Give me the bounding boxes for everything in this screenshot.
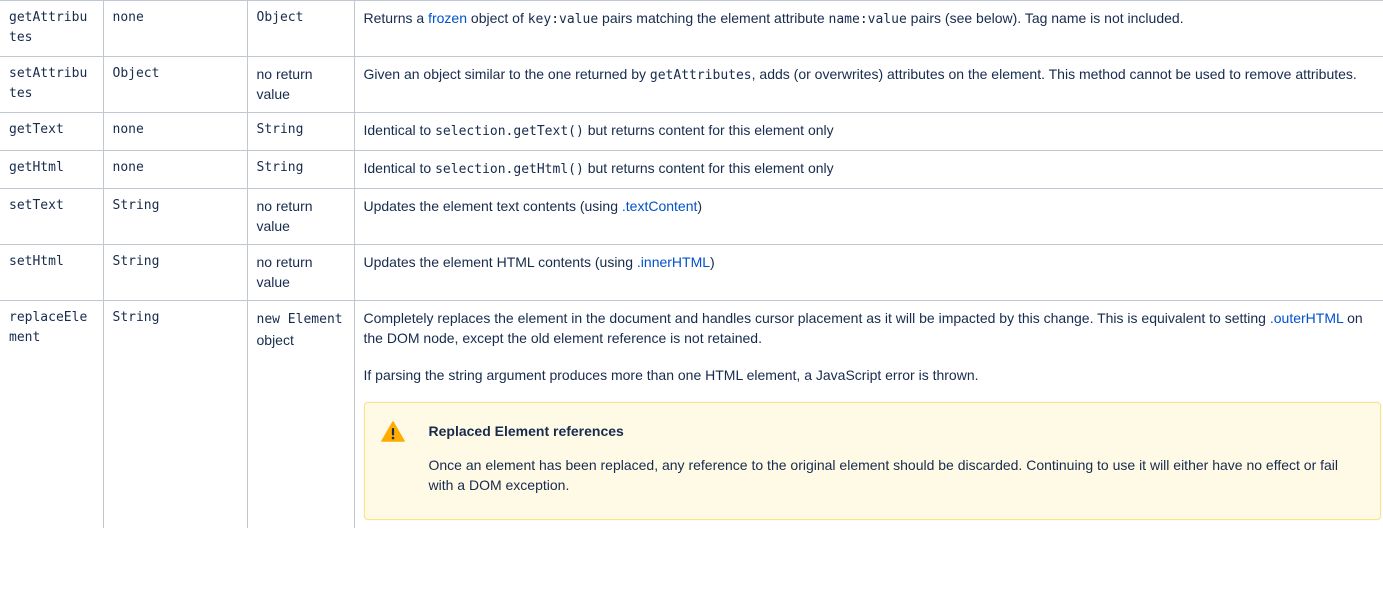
description-text: but returns content for this element onl… bbox=[583, 122, 834, 138]
method-name-cell: getHtml bbox=[0, 150, 104, 189]
method-name-cell: setAttributes bbox=[0, 56, 104, 113]
description-text: Returns a bbox=[363, 10, 429, 26]
return-cell: String bbox=[246, 150, 355, 189]
description-cell: Given an object similar to the one retur… bbox=[353, 56, 1383, 113]
return-cell: no return value bbox=[246, 244, 355, 301]
parameter-cell: String bbox=[102, 244, 248, 301]
description-cell: Returns a frozen object of key:value pai… bbox=[353, 0, 1383, 57]
warning-panel-title: Replaced Element references bbox=[428, 423, 624, 439]
description-paragraph: Completely replaces the element in the d… bbox=[364, 308, 1374, 348]
parameter-type: String bbox=[112, 310, 160, 325]
return-type: no return value bbox=[256, 66, 313, 102]
innerhtml-link[interactable]: .innerHTML bbox=[637, 254, 710, 270]
parameter-cell: none bbox=[102, 150, 248, 189]
method-name-cell: setText bbox=[0, 188, 104, 245]
table-row: setAttributes Object no return value Giv… bbox=[0, 56, 1383, 113]
method-name: setText bbox=[9, 198, 64, 213]
table-row: getText none String Identical to selecti… bbox=[0, 112, 1383, 151]
return-cell: no return value bbox=[246, 188, 355, 245]
warning-panel-text: Once an element has been replaced, any r… bbox=[428, 457, 1339, 493]
parameter-cell: Object bbox=[102, 56, 248, 113]
api-methods-table: getAttributes none Object Returns a froz… bbox=[0, 0, 1383, 528]
description-cell: Updates the element text contents (using… bbox=[353, 188, 1383, 245]
outerhtml-link[interactable]: .outerHTML bbox=[1270, 310, 1343, 326]
description-paragraph: If parsing the string argument produces … bbox=[363, 367, 979, 383]
description-text: Updates the element HTML contents (using bbox=[363, 254, 637, 270]
warning-icon bbox=[380, 418, 429, 503]
description-cell: Completely replaces the element in the d… bbox=[353, 300, 1383, 528]
method-name: getText bbox=[9, 122, 64, 137]
table-row: getAttributes none Object Returns a froz… bbox=[0, 0, 1383, 57]
table-row: setText String no return value Updates t… bbox=[0, 188, 1383, 245]
description-cell: Identical to selection.getText() but ret… bbox=[353, 112, 1383, 151]
return-type: String bbox=[256, 160, 304, 175]
parameter-cell: String bbox=[102, 300, 248, 528]
table-row: getHtml none String Identical to selecti… bbox=[0, 150, 1383, 189]
return-cell: String bbox=[246, 112, 355, 151]
description-cell: Updates the element HTML contents (using… bbox=[353, 244, 1383, 301]
description-text: object of bbox=[467, 10, 528, 26]
method-name: getAttributes bbox=[9, 10, 88, 45]
return-type: no return value bbox=[256, 198, 313, 234]
description-text: Completely replaces the element in the d… bbox=[363, 310, 1270, 326]
description-text: Given an object similar to the one retur… bbox=[363, 66, 650, 82]
description-text: pairs matching the element attribute bbox=[598, 10, 829, 26]
textcontent-link[interactable]: .textContent bbox=[622, 198, 698, 214]
method-name: setHtml bbox=[9, 254, 64, 269]
description-text: but returns content for this element onl… bbox=[583, 160, 834, 176]
return-type-suffix: object bbox=[256, 332, 294, 348]
method-name: setAttributes bbox=[9, 66, 88, 101]
description-text: pairs (see below). Tag name is not inclu… bbox=[906, 10, 1184, 26]
table-row: setHtml String no return value Updates t… bbox=[0, 244, 1383, 301]
method-name-cell: getAttributes bbox=[0, 0, 104, 57]
description-cell: Identical to selection.getHtml() but ret… bbox=[353, 150, 1383, 189]
inline-code: name:value bbox=[828, 12, 907, 27]
parameter-type: none bbox=[112, 122, 144, 137]
inline-code: getAttributes bbox=[649, 68, 752, 83]
return-type-code: new Element bbox=[256, 312, 343, 327]
return-cell: new Element object bbox=[246, 300, 355, 528]
return-cell: no return value bbox=[246, 56, 355, 113]
return-type: String bbox=[256, 122, 304, 137]
description-text: , adds (or overwrites) attributes on the… bbox=[751, 66, 1357, 82]
parameter-cell: none bbox=[102, 112, 248, 151]
inline-code: selection.getText() bbox=[435, 124, 584, 139]
inline-code: selection.getHtml() bbox=[435, 162, 584, 177]
method-name-cell: getText bbox=[0, 112, 104, 151]
description-text: ) bbox=[710, 254, 715, 270]
return-type: no return value bbox=[256, 254, 313, 290]
parameter-type: String bbox=[112, 254, 160, 269]
warning-panel: Replaced Element references Once an elem… bbox=[363, 402, 1381, 520]
description-text: Identical to bbox=[363, 160, 436, 176]
parameter-type: String bbox=[112, 198, 160, 213]
return-type: Object bbox=[256, 10, 304, 25]
frozen-link[interactable]: frozen bbox=[428, 10, 467, 26]
warning-panel-body: Replaced Element references Once an elem… bbox=[429, 418, 1364, 503]
method-name: replaceElement bbox=[9, 310, 88, 345]
method-name: getHtml bbox=[9, 160, 64, 175]
inline-code: key:value bbox=[527, 12, 599, 27]
return-cell: Object bbox=[246, 0, 355, 57]
parameter-type: Object bbox=[112, 66, 160, 81]
parameter-cell: String bbox=[102, 188, 248, 245]
description-text: ) bbox=[697, 198, 703, 214]
table-row: replaceElement String new Element object… bbox=[0, 300, 1383, 528]
method-name-cell: replaceElement bbox=[0, 300, 104, 528]
description-text: Updates the element text contents (using bbox=[363, 198, 622, 214]
parameter-type: none bbox=[112, 10, 144, 25]
method-name-cell: setHtml bbox=[0, 244, 104, 301]
parameter-type: none bbox=[112, 160, 144, 175]
description-text: Identical to bbox=[363, 122, 436, 138]
parameter-cell: none bbox=[102, 0, 248, 57]
